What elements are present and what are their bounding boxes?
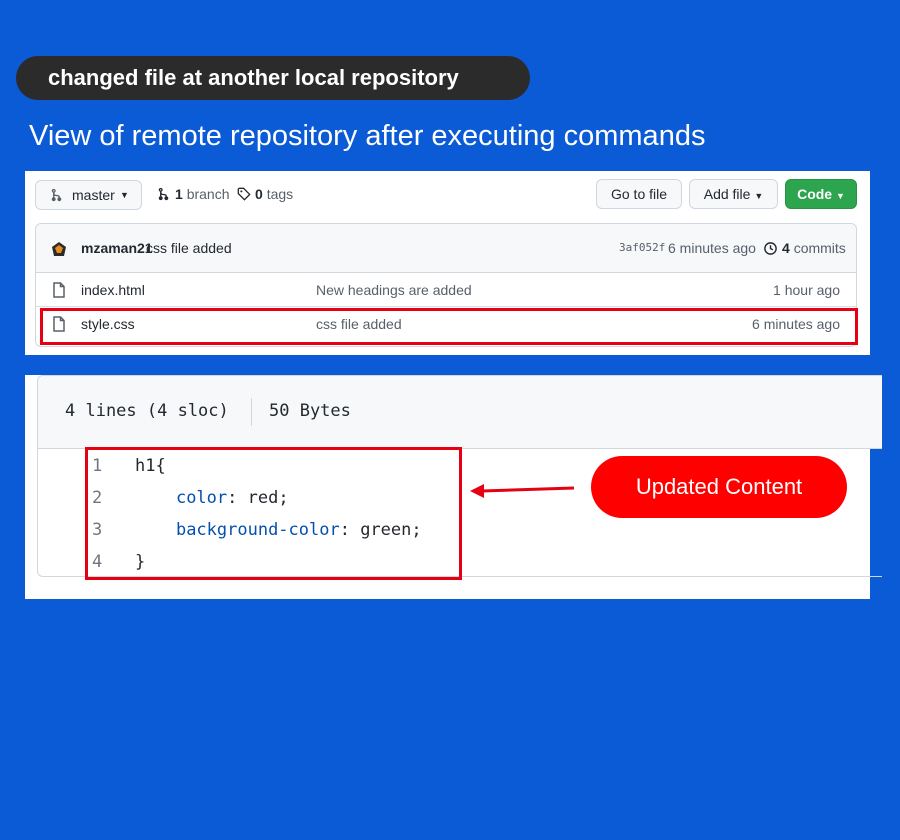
branch-count-link[interactable]: 1 branch [157,180,230,210]
history-icon [764,242,777,255]
go-to-file-button[interactable]: Go to file [596,179,682,209]
tag-icon [237,187,251,201]
file-row[interactable]: index.html New headings are added 1 hour… [36,273,856,307]
file-info-bar: 4 lines (4 sloc) 50 Bytes [38,376,882,449]
file-name[interactable]: index.html [81,273,145,307]
repo-toolbar: master ▼ 1 branch 0 tags Go to file Add … [25,171,870,223]
branch-name: master [72,187,115,203]
code-label: Code [797,186,833,202]
commit-author[interactable]: mzaman21 [81,224,153,272]
tags-link[interactable]: 0 tags [237,180,293,210]
repo-panel: master ▼ 1 branch 0 tags Go to file Add … [25,171,870,355]
avatar[interactable] [49,239,69,259]
add-file-button[interactable]: Add file ▼ [689,179,778,209]
chevron-down-icon: ▼ [754,191,764,201]
branch-icon [51,188,62,202]
lines-info: 4 lines (4 sloc) [65,401,229,421]
commit-message[interactable]: css file added [146,224,232,272]
updated-content-callout: Updated Content [591,456,847,518]
highlight-box-file [40,308,858,345]
chevron-down-icon: ▼ [120,190,129,200]
add-file-label: Add file [703,186,751,202]
branch-count: 1 [175,186,183,202]
branch-icon [158,187,169,201]
commit-word: commits [793,240,846,256]
branch-select-button[interactable]: master ▼ [35,180,142,210]
latest-commit-bar: mzaman21 css file added 3af052f 6 minute… [36,224,856,273]
file-icon [53,282,65,298]
title-pill: changed file at another local repository [16,56,530,100]
commit-time: 6 minutes ago [668,240,756,256]
chevron-down-icon: ▼ [835,191,845,201]
file-commit-time: 1 hour ago [773,282,840,298]
commit-hash[interactable]: 3af052f [619,224,665,272]
commit-count: 4 [782,240,790,256]
branch-word: branch [186,186,230,202]
highlight-box-code [85,447,462,580]
file-size: 50 Bytes [269,401,351,421]
tag-word: tags [266,186,294,202]
file-commit-message[interactable]: New headings are added [316,273,472,307]
commits-link[interactable]: 4 commits [763,224,846,272]
subtitle: View of remote repository after executin… [29,120,706,152]
tag-count: 0 [255,186,263,202]
code-button[interactable]: Code ▼ [785,179,857,209]
divider [251,398,252,426]
arrow-left-icon [470,484,575,498]
